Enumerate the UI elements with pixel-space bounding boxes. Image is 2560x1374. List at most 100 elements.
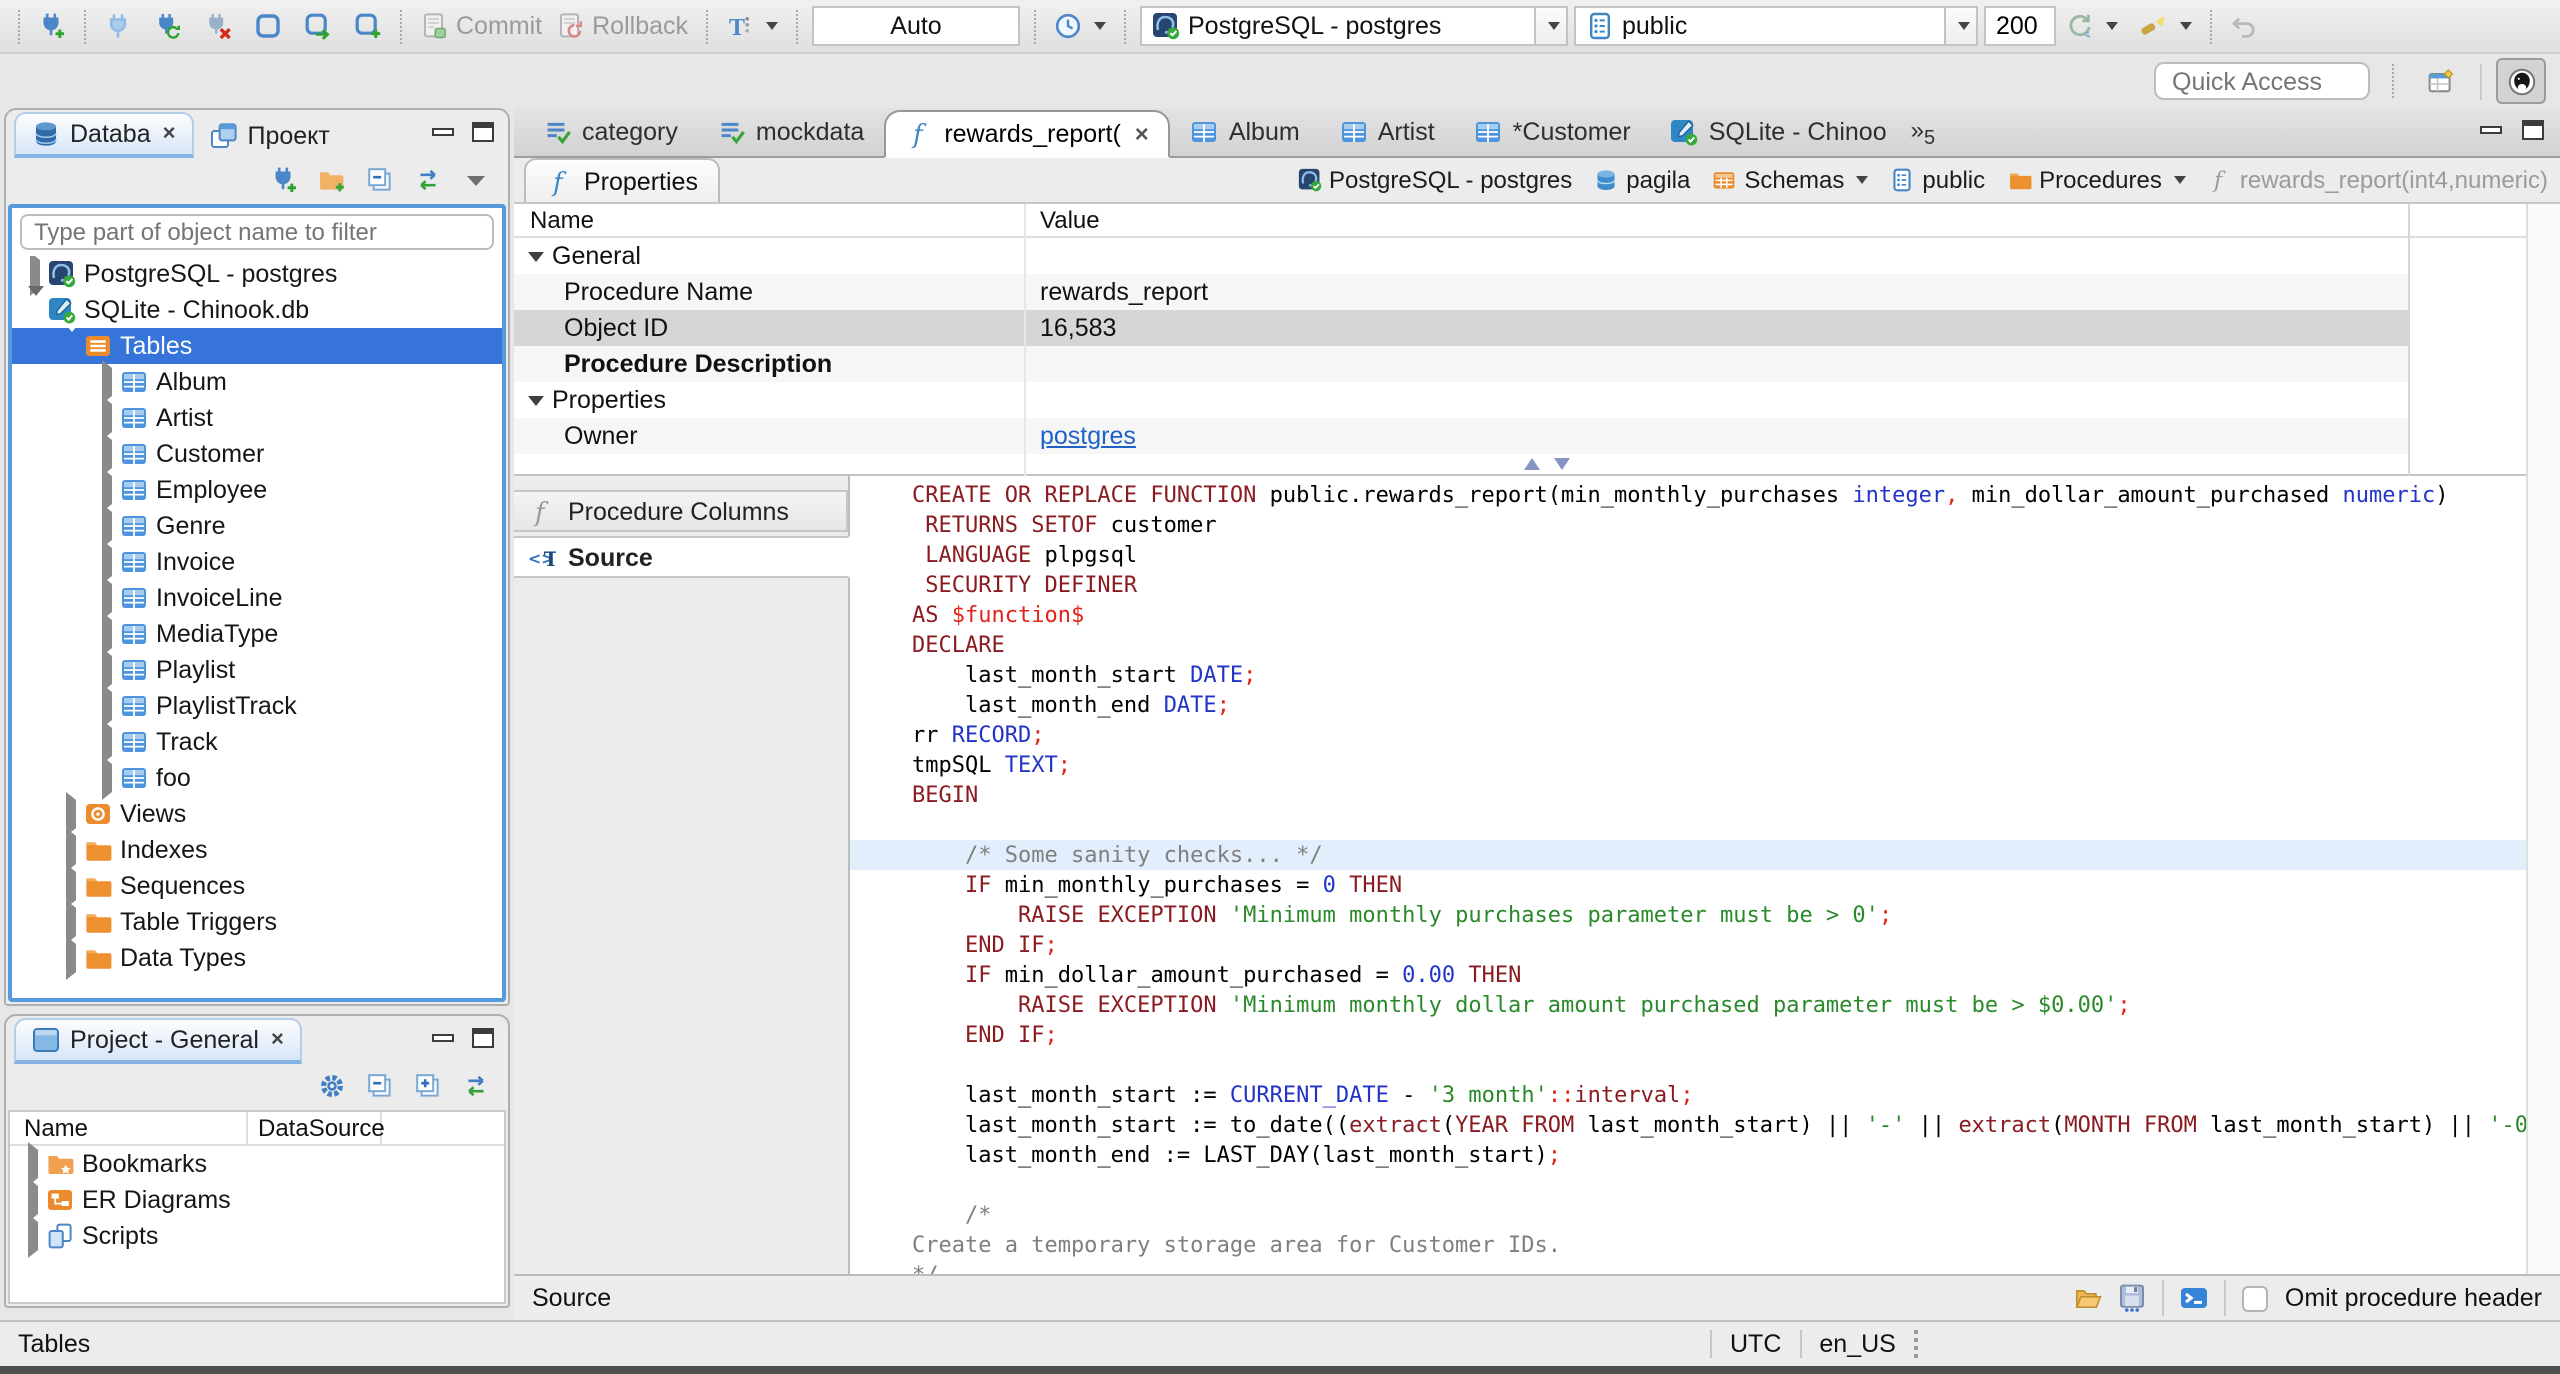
editor-tab-album[interactable]: Album <box>1171 108 1320 156</box>
transaction-log-button[interactable]: T <box>722 10 782 42</box>
expand-arrow-icon[interactable] <box>64 322 84 360</box>
editor-tab-artist[interactable]: Artist <box>1320 108 1455 156</box>
tree-item-sqlite-chinook-db[interactable]: SQLite - Chinook.db <box>12 286 502 328</box>
minimize-icon[interactable] <box>432 1034 454 1042</box>
query-history-button[interactable] <box>1050 10 1110 42</box>
breadcrumb-item-schemas[interactable]: Schemas <box>1712 166 1869 194</box>
expand-arrow-icon[interactable] <box>64 936 84 980</box>
collapse-all-button[interactable] <box>362 1070 398 1102</box>
column-name[interactable]: Name <box>10 1112 248 1144</box>
tree-item-artist[interactable]: Artist <box>12 396 502 440</box>
column-value[interactable]: Value <box>1024 206 1100 234</box>
tab-properties[interactable]: f Properties <box>524 158 720 202</box>
open-file-icon[interactable] <box>2075 1284 2103 1312</box>
expand-arrow-icon[interactable] <box>100 612 120 656</box>
property-row-procedure-description[interactable]: Procedure Description <box>514 346 2408 382</box>
connection-invalidate-button[interactable] <box>150 10 186 42</box>
expand-arrow-icon[interactable] <box>28 286 48 324</box>
tree-item-invoiceline[interactable]: InvoiceLine <box>12 576 502 620</box>
property-row-object-id[interactable]: Object ID 16,583 <box>514 310 2408 346</box>
subtab-procedure-columns[interactable]: f Procedure Columns <box>514 490 848 532</box>
breadcrumb-item-public[interactable]: public <box>1890 166 1985 194</box>
expand-arrow-icon[interactable] <box>100 540 120 584</box>
column-datasource[interactable]: DataSource <box>248 1112 385 1144</box>
tree-item-foo[interactable]: foo <box>12 756 502 800</box>
tab-database-navigator[interactable]: Databa × <box>14 112 194 158</box>
active-schema-select[interactable]: public <box>1574 6 1978 46</box>
refresh-rows-button[interactable] <box>2062 10 2122 42</box>
breadcrumb-item-pagila[interactable]: pagila <box>1594 166 1690 194</box>
schema-dropdown-button[interactable] <box>1944 8 1976 44</box>
property-row-general[interactable]: General <box>514 238 2408 274</box>
property-row-owner[interactable]: Owner postgres <box>514 418 2408 454</box>
column-name[interactable]: Name <box>514 206 1024 234</box>
properties-splitter[interactable] <box>514 454 2560 476</box>
property-row-properties[interactable]: Properties <box>514 382 2408 418</box>
expand-arrow-icon[interactable] <box>100 432 120 476</box>
tree-item-playlisttrack[interactable]: PlaylistTrack <box>12 684 502 728</box>
expand-arrow-icon[interactable] <box>28 256 48 296</box>
expand-arrow-icon[interactable] <box>26 1214 46 1258</box>
expand-arrow-icon[interactable] <box>100 684 120 728</box>
expand-arrow-icon[interactable] <box>64 792 84 836</box>
editor-tab--customer[interactable]: *Customer <box>1455 108 1651 156</box>
tree-item-views[interactable]: Views <box>12 792 502 836</box>
vertical-scrollbar[interactable] <box>2526 204 2560 1274</box>
tree-item-track[interactable]: Track <box>12 720 502 764</box>
maximize-icon[interactable] <box>472 122 494 142</box>
status-locale[interactable]: en_US <box>1819 1330 1895 1358</box>
breadcrumb-item-rewards-report-int4-numeric-[interactable]: f rewards_report(int4,numeric) <box>2208 166 2548 194</box>
tree-item-playlist[interactable]: Playlist <box>12 648 502 692</box>
connection-new-button[interactable] <box>266 164 302 196</box>
expand-arrow-icon[interactable] <box>64 864 84 908</box>
link-editor-button[interactable] <box>458 1070 494 1102</box>
active-connection-select[interactable]: PostgreSQL - postgres <box>1140 6 1568 46</box>
expand-all-button[interactable] <box>410 1070 446 1102</box>
sql-editor-new-button[interactable] <box>300 10 336 42</box>
close-icon[interactable]: × <box>271 1028 284 1052</box>
connection-button[interactable] <box>100 10 136 42</box>
expand-arrow-icon[interactable] <box>100 720 120 764</box>
column-divider[interactable] <box>1024 204 1026 476</box>
editor-tab-mockdata[interactable]: mockdata <box>698 108 884 156</box>
expand-arrow-icon[interactable] <box>100 756 120 800</box>
expand-arrow-icon[interactable] <box>26 1142 46 1186</box>
tree-item-sequences[interactable]: Sequences <box>12 864 502 908</box>
expand-arrow-icon[interactable] <box>100 396 120 440</box>
breadcrumb-item-procedures[interactable]: Procedures <box>2007 166 2186 194</box>
expand-arrow-icon[interactable] <box>100 576 120 620</box>
connection-new-button[interactable] <box>34 10 70 42</box>
commit-button[interactable]: Commit <box>416 10 546 42</box>
editor-tab-category[interactable]: category <box>524 108 698 156</box>
fetch-size-input[interactable] <box>1984 6 2056 46</box>
settings-button[interactable] <box>314 1070 350 1102</box>
minimize-icon[interactable] <box>2480 126 2502 134</box>
tree-item-indexes[interactable]: Indexes <box>12 828 502 872</box>
collapse-up-icon[interactable] <box>1524 458 1540 470</box>
tree-item-genre[interactable]: Genre <box>12 504 502 548</box>
project-item-scripts[interactable]: Scripts <box>10 1214 504 1258</box>
project-item-bookmarks[interactable]: Bookmarks <box>10 1142 504 1186</box>
expand-arrow-icon[interactable] <box>26 1178 46 1222</box>
view-menu-button[interactable] <box>458 164 494 196</box>
tree-item-postgresql-postgres[interactable]: PostgreSQL - postgres <box>12 256 502 296</box>
sql-editor-recent-button[interactable] <box>350 10 386 42</box>
tree-item-mediatype[interactable]: MediaType <box>12 612 502 656</box>
property-value[interactable]: postgres <box>1024 422 1136 450</box>
rollback-button[interactable]: Rollback <box>552 10 692 42</box>
editor-tab-rewards-report-[interactable]: f rewards_report(× <box>884 110 1171 158</box>
status-timezone[interactable]: UTC <box>1730 1330 1781 1358</box>
collapse-all-button[interactable] <box>362 164 398 196</box>
expand-arrow-icon[interactable] <box>100 648 120 692</box>
close-icon[interactable]: × <box>163 122 176 146</box>
maximize-icon[interactable] <box>472 1028 494 1048</box>
tab-overflow-button[interactable]: »5 <box>1907 116 1946 156</box>
maximize-icon[interactable] <box>2522 120 2544 140</box>
quick-access-input[interactable] <box>2154 62 2370 100</box>
transaction-mode-select[interactable]: Auto <box>812 6 1020 46</box>
collapse-down-icon[interactable] <box>1554 458 1570 470</box>
editor-tab-sqlite-chinoo[interactable]: SQLite - Chinoo <box>1651 108 1907 156</box>
tree-item-customer[interactable]: Customer <box>12 432 502 476</box>
expand-arrow-icon[interactable] <box>64 828 84 872</box>
source-code-editor[interactable]: CREATE OR REPLACE FUNCTION public.reward… <box>850 476 2560 1274</box>
